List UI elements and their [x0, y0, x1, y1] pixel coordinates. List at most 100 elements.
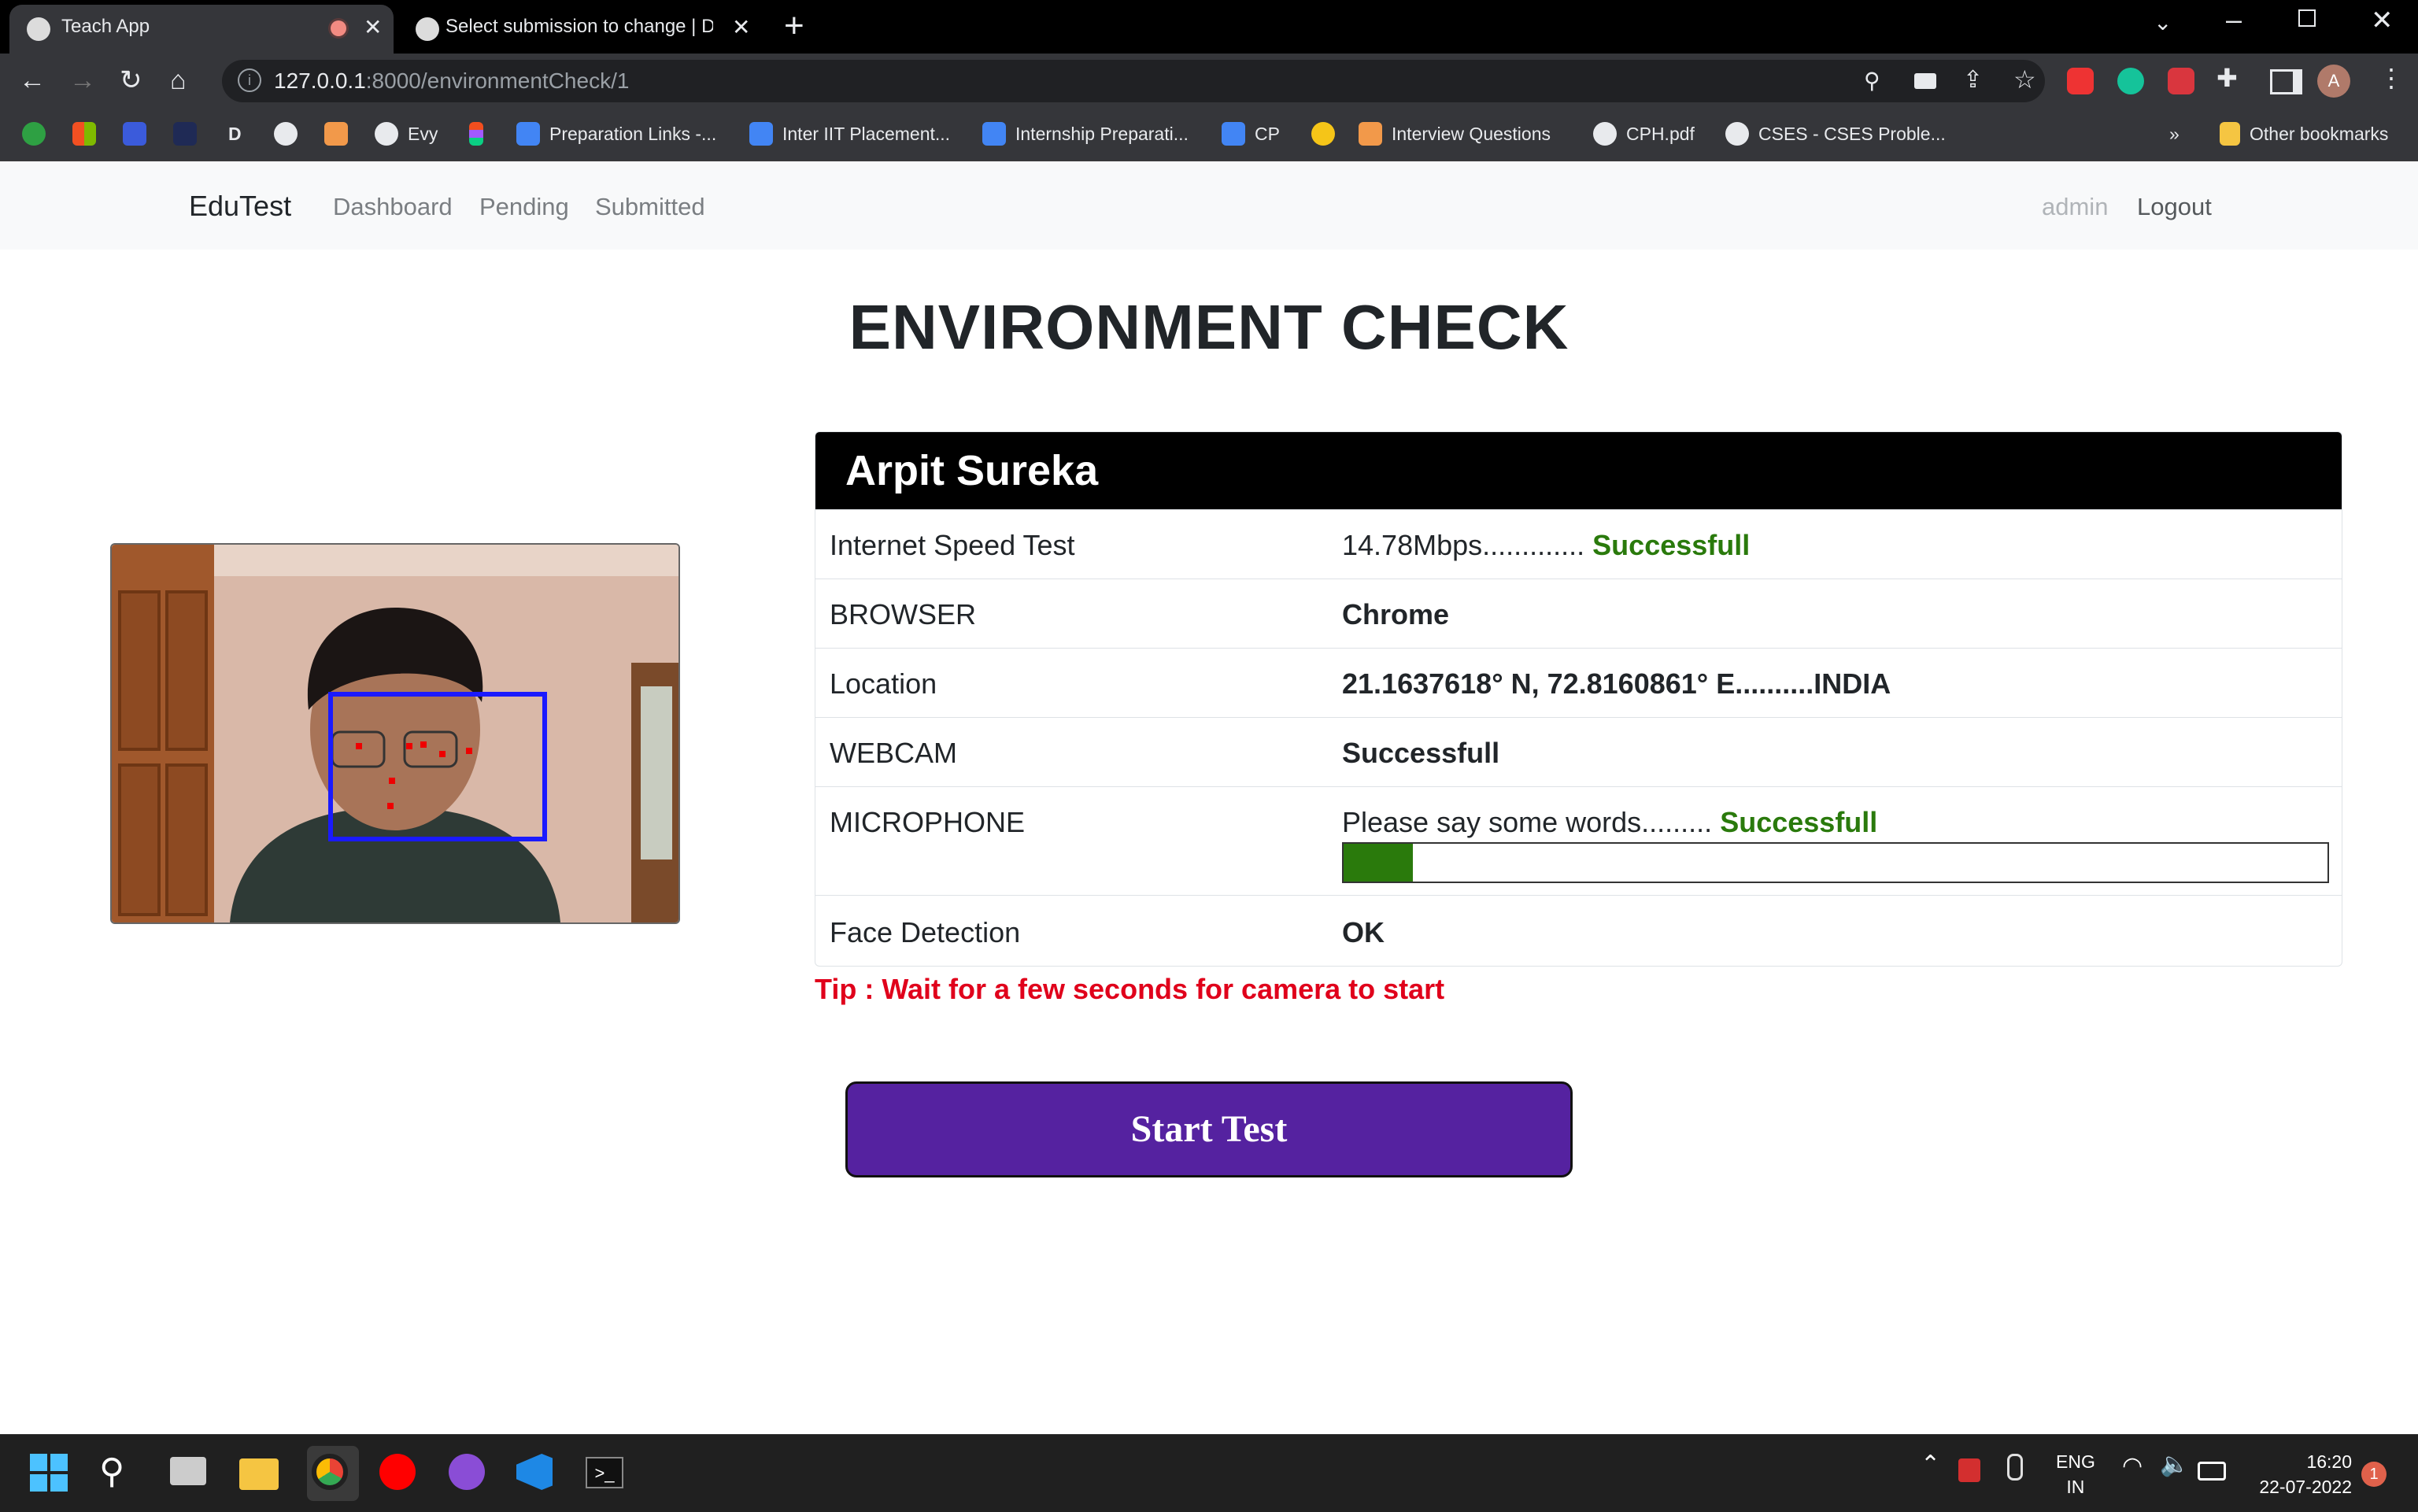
status-text: Successfull	[1342, 737, 1500, 769]
check-row-browser: BROWSER Chrome	[815, 579, 2342, 649]
bookmark-d[interactable]: D	[228, 120, 242, 148]
mic-level-bar	[1342, 842, 2329, 883]
restore-button[interactable]	[2298, 9, 2316, 27]
task-view-icon[interactable]	[170, 1457, 206, 1485]
terminal-icon[interactable]: >_	[586, 1457, 623, 1488]
globe-icon	[416, 17, 439, 41]
clock[interactable]: 16:20 22-07-2022	[2259, 1449, 2352, 1499]
bookmark-figma[interactable]	[469, 120, 493, 148]
chrome-icon[interactable]	[312, 1454, 348, 1490]
speed-value: 14.78Mbps.............	[1342, 529, 1585, 561]
globe-icon	[1725, 122, 1749, 146]
side-panel-icon[interactable]	[2270, 69, 2302, 94]
globe-icon	[27, 17, 50, 41]
url-text: 127.0.0.1:8000/environmentCheck/1	[274, 68, 629, 94]
tab-django-admin[interactable]: Select submission to change | Dj ✕	[398, 5, 759, 54]
file-explorer-icon[interactable]	[239, 1458, 279, 1490]
clock-time: 16:20	[2306, 1451, 2352, 1472]
bookmark-cp[interactable]: CP	[1222, 120, 1280, 148]
nav-logout[interactable]: Logout	[2137, 193, 2212, 221]
bookmark-microsoft[interactable]	[72, 120, 105, 148]
check-label: Internet Speed Test	[830, 529, 1075, 561]
tray-chevron-icon[interactable]: ⌃	[1921, 1451, 1940, 1478]
bookmark-label: CP	[1255, 123, 1280, 144]
profile-avatar[interactable]: A	[2317, 65, 2350, 98]
mcafee-icon[interactable]	[1958, 1458, 1980, 1482]
bookmark-cses[interactable]: CSES - CSES Proble...	[1725, 120, 1946, 148]
notification-badge[interactable]: 1	[2361, 1462, 2387, 1487]
status-text: 21.1637618° N, 72.8160861° E..........IN…	[1342, 667, 1891, 700]
github-desktop-icon[interactable]	[449, 1454, 485, 1490]
windows-taskbar: ⚲ >_ ⌃ ENG IN ◠ 🔈 16:20 22-07-2022 1	[0, 1434, 2418, 1512]
nav-dashboard[interactable]: Dashboard	[333, 193, 453, 221]
card-header: Arpit Sureka	[815, 432, 2342, 509]
bookmark-label: CPH.pdf	[1626, 123, 1695, 144]
bookmark-coding[interactable]	[324, 120, 357, 148]
bookmark-label: Inter IIT Placement...	[782, 123, 951, 144]
youtube-music-icon[interactable]	[379, 1454, 416, 1490]
close-tab-icon[interactable]: ✕	[364, 14, 382, 40]
vscode-icon[interactable]	[516, 1454, 553, 1490]
check-label: Face Detection	[830, 916, 1021, 948]
minimize-button[interactable]: –	[2226, 3, 2242, 36]
bookmark-internship[interactable]: Internship Preparati...	[982, 120, 1189, 148]
new-tab-button[interactable]: +	[784, 6, 804, 46]
check-label: WEBCAM	[830, 737, 957, 769]
bookmark-app[interactable]	[173, 120, 206, 148]
webcam-image	[112, 545, 678, 922]
bookmark-interview-questions[interactable]: Interview Questions	[1359, 120, 1551, 148]
bookmark-label: Evy	[408, 123, 438, 144]
volume-icon[interactable]: 🔈	[2160, 1451, 2189, 1478]
language-indicator[interactable]: ENG IN	[2056, 1449, 2095, 1499]
reload-icon[interactable]: ↻	[120, 65, 142, 96]
bookmark-app[interactable]	[123, 120, 156, 148]
nav-pending[interactable]: Pending	[479, 193, 569, 221]
back-icon[interactable]: ←	[19, 65, 46, 96]
extension-stop-icon[interactable]	[2067, 68, 2094, 94]
bookmark-inter-iit[interactable]: Inter IIT Placement...	[749, 120, 950, 148]
wifi-icon[interactable]: ◠	[2122, 1452, 2143, 1480]
battery-icon[interactable]	[2198, 1462, 2226, 1481]
home-icon[interactable]: ⌂	[170, 65, 187, 96]
nav-submitted[interactable]: Submitted	[595, 193, 705, 221]
camera-icon[interactable]	[1914, 73, 1936, 89]
webcam-feed	[110, 543, 680, 924]
search-icon[interactable]: ⚲	[99, 1451, 142, 1493]
extensions-puzzle-icon[interactable]: ✚	[2216, 63, 2238, 93]
bookmark-app[interactable]	[1311, 120, 1344, 148]
forward-icon[interactable]: →	[69, 65, 96, 96]
doc-icon	[1222, 122, 1245, 146]
doc-icon	[749, 122, 773, 146]
brand-logo[interactable]: EduTest	[189, 190, 291, 223]
extension-icon[interactable]	[2168, 68, 2194, 94]
check-label: BROWSER	[830, 598, 977, 630]
bookmark-preparation-links[interactable]: Preparation Links -...	[516, 120, 716, 148]
coding-icon	[324, 122, 348, 146]
close-window-button[interactable]: ✕	[2371, 5, 2394, 36]
check-label: MICROPHONE	[830, 806, 1026, 838]
close-tab-icon[interactable]: ✕	[732, 14, 750, 40]
bookmark-notification[interactable]	[22, 120, 55, 148]
microphone-icon[interactable]	[2007, 1454, 2023, 1481]
share-icon[interactable]: ⇪	[1963, 66, 1983, 94]
info-icon[interactable]: i	[238, 68, 261, 92]
tab-search-icon[interactable]: ⌄	[2154, 9, 2172, 35]
bookmarks-overflow[interactable]: »	[2169, 120, 2180, 148]
address-bar[interactable]: i 127.0.0.1:8000/environmentCheck/1 ⚲ ⇪ …	[222, 60, 2045, 102]
bookmark-cph[interactable]: CPH.pdf	[1593, 120, 1695, 148]
bookmark-evy[interactable]: Evy	[375, 120, 438, 148]
tab-title: Select submission to change | Dj	[446, 16, 713, 37]
other-bookmarks[interactable]: Other bookmarks	[2220, 120, 2388, 148]
microsoft-icon	[72, 122, 96, 146]
bookmark-github[interactable]	[274, 120, 307, 148]
location-icon[interactable]: ⚲	[1864, 68, 1880, 94]
region-code: IN	[2066, 1477, 2085, 1497]
windows-start-icon[interactable]	[30, 1454, 68, 1492]
bookmark-star-icon[interactable]: ☆	[2013, 65, 2036, 94]
menu-kebab-icon[interactable]: ⋮	[2379, 63, 2404, 93]
grammarly-icon[interactable]	[2117, 68, 2144, 94]
bookmark-label: CSES - CSES Proble...	[1758, 123, 1946, 144]
start-test-button[interactable]: Start Test	[845, 1081, 1573, 1177]
recording-icon	[331, 20, 346, 36]
tab-teach-app[interactable]: Teach App ✕	[9, 5, 394, 54]
